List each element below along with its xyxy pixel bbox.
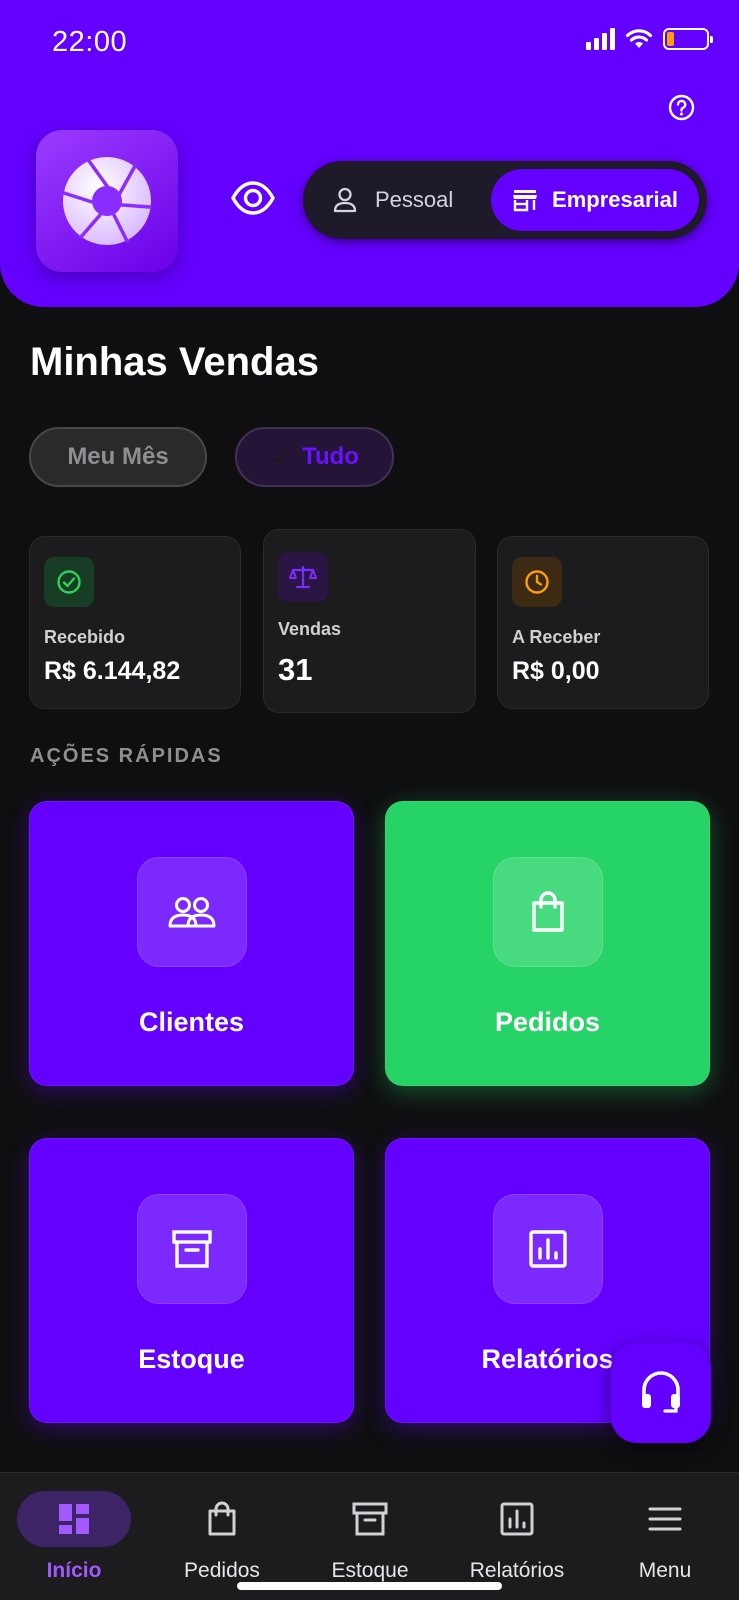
page-title: Minhas Vendas [30, 340, 319, 384]
nav-item-reports[interactable]: Relatórios [460, 1473, 574, 1600]
stat-label: Vendas [278, 619, 342, 639]
quick-action-clients[interactable]: Clientes [29, 801, 354, 1086]
stat-label: Recebido [44, 627, 126, 647]
archive-box-icon [137, 1194, 247, 1304]
aperture-icon [62, 157, 152, 245]
battery-icon [663, 28, 713, 50]
wifi-icon [625, 29, 653, 48]
mode-business-label: Empresarial [552, 187, 678, 212]
nav-item-orders[interactable]: Pedidos [165, 1473, 279, 1600]
headset-icon [642, 1371, 680, 1413]
stat-value: 31 [278, 652, 313, 687]
checkmark-icon [270, 450, 288, 464]
clock-icon [512, 557, 562, 607]
status-time: 22:00 [52, 26, 128, 58]
eye-icon[interactable] [231, 180, 275, 216]
tile-label: Estoque [138, 1344, 245, 1374]
stat-value: R$ 6.144,82 [44, 657, 181, 685]
quick-actions-title: AÇÕES RÁPIDAS [30, 745, 223, 767]
quick-action-stock[interactable]: Estoque [29, 1138, 354, 1423]
nav-item-stock[interactable]: Estoque [313, 1473, 427, 1600]
mode-business-button[interactable]: Empresarial [491, 169, 699, 231]
nav-label: Menu [638, 1559, 692, 1582]
nav-label: Início [46, 1559, 102, 1582]
dashboard-icon [17, 1491, 131, 1547]
support-button[interactable] [611, 1343, 711, 1443]
home-indicator[interactable] [237, 1582, 502, 1590]
stat-label: A Receber [512, 627, 601, 647]
bar-chart-icon [493, 1194, 603, 1304]
stat-card-sales[interactable]: Vendas 31 [263, 529, 476, 713]
cellular-signal-icon [586, 28, 615, 50]
app-screen: 22:00 Pessoal Empresarial Minhas Vendas … [0, 0, 739, 1600]
app-logo [36, 130, 178, 272]
header: 22:00 Pessoal Empresarial [0, 0, 739, 307]
shopping-bag-icon [493, 857, 603, 967]
filter-chip-label: Tudo [302, 443, 359, 470]
account-mode-toggle: Pessoal Empresarial [303, 161, 707, 239]
check-circle-icon [44, 557, 94, 607]
mode-personal-button[interactable]: Pessoal [333, 161, 453, 239]
tile-label: Pedidos [494, 1007, 601, 1037]
filter-chip-label: Meu Mês [67, 443, 169, 470]
stat-value: R$ 0,00 [512, 657, 600, 685]
users-icon [137, 857, 247, 967]
nav-label: Relatórios [469, 1559, 565, 1582]
filter-chip-my-month[interactable]: Meu Mês [29, 427, 207, 487]
mode-personal-label: Pessoal [375, 187, 454, 212]
archive-box-icon [313, 1491, 427, 1547]
nav-label: Estoque [331, 1559, 409, 1582]
nav-label: Pedidos [184, 1559, 260, 1582]
nav-item-menu[interactable]: Menu [608, 1473, 722, 1600]
status-icons [586, 28, 713, 50]
scale-icon [278, 552, 328, 602]
bottom-navigation: Início Pedidos Estoque Relatórios Menu [0, 1472, 739, 1600]
help-circle-icon[interactable] [668, 94, 695, 121]
shopping-bag-icon [165, 1491, 279, 1547]
hamburger-menu-icon [608, 1491, 722, 1547]
quick-action-orders[interactable]: Pedidos [385, 801, 710, 1086]
storefront-icon [513, 190, 538, 212]
filter-chip-all[interactable]: Tudo [235, 427, 394, 487]
person-icon [333, 187, 357, 213]
tile-label: Clientes [138, 1007, 245, 1037]
bar-chart-icon [460, 1491, 574, 1547]
stat-card-receivable[interactable]: A Receber R$ 0,00 [497, 536, 709, 709]
nav-item-home[interactable]: Início [17, 1473, 131, 1600]
stat-card-received[interactable]: Recebido R$ 6.144,82 [29, 536, 241, 709]
